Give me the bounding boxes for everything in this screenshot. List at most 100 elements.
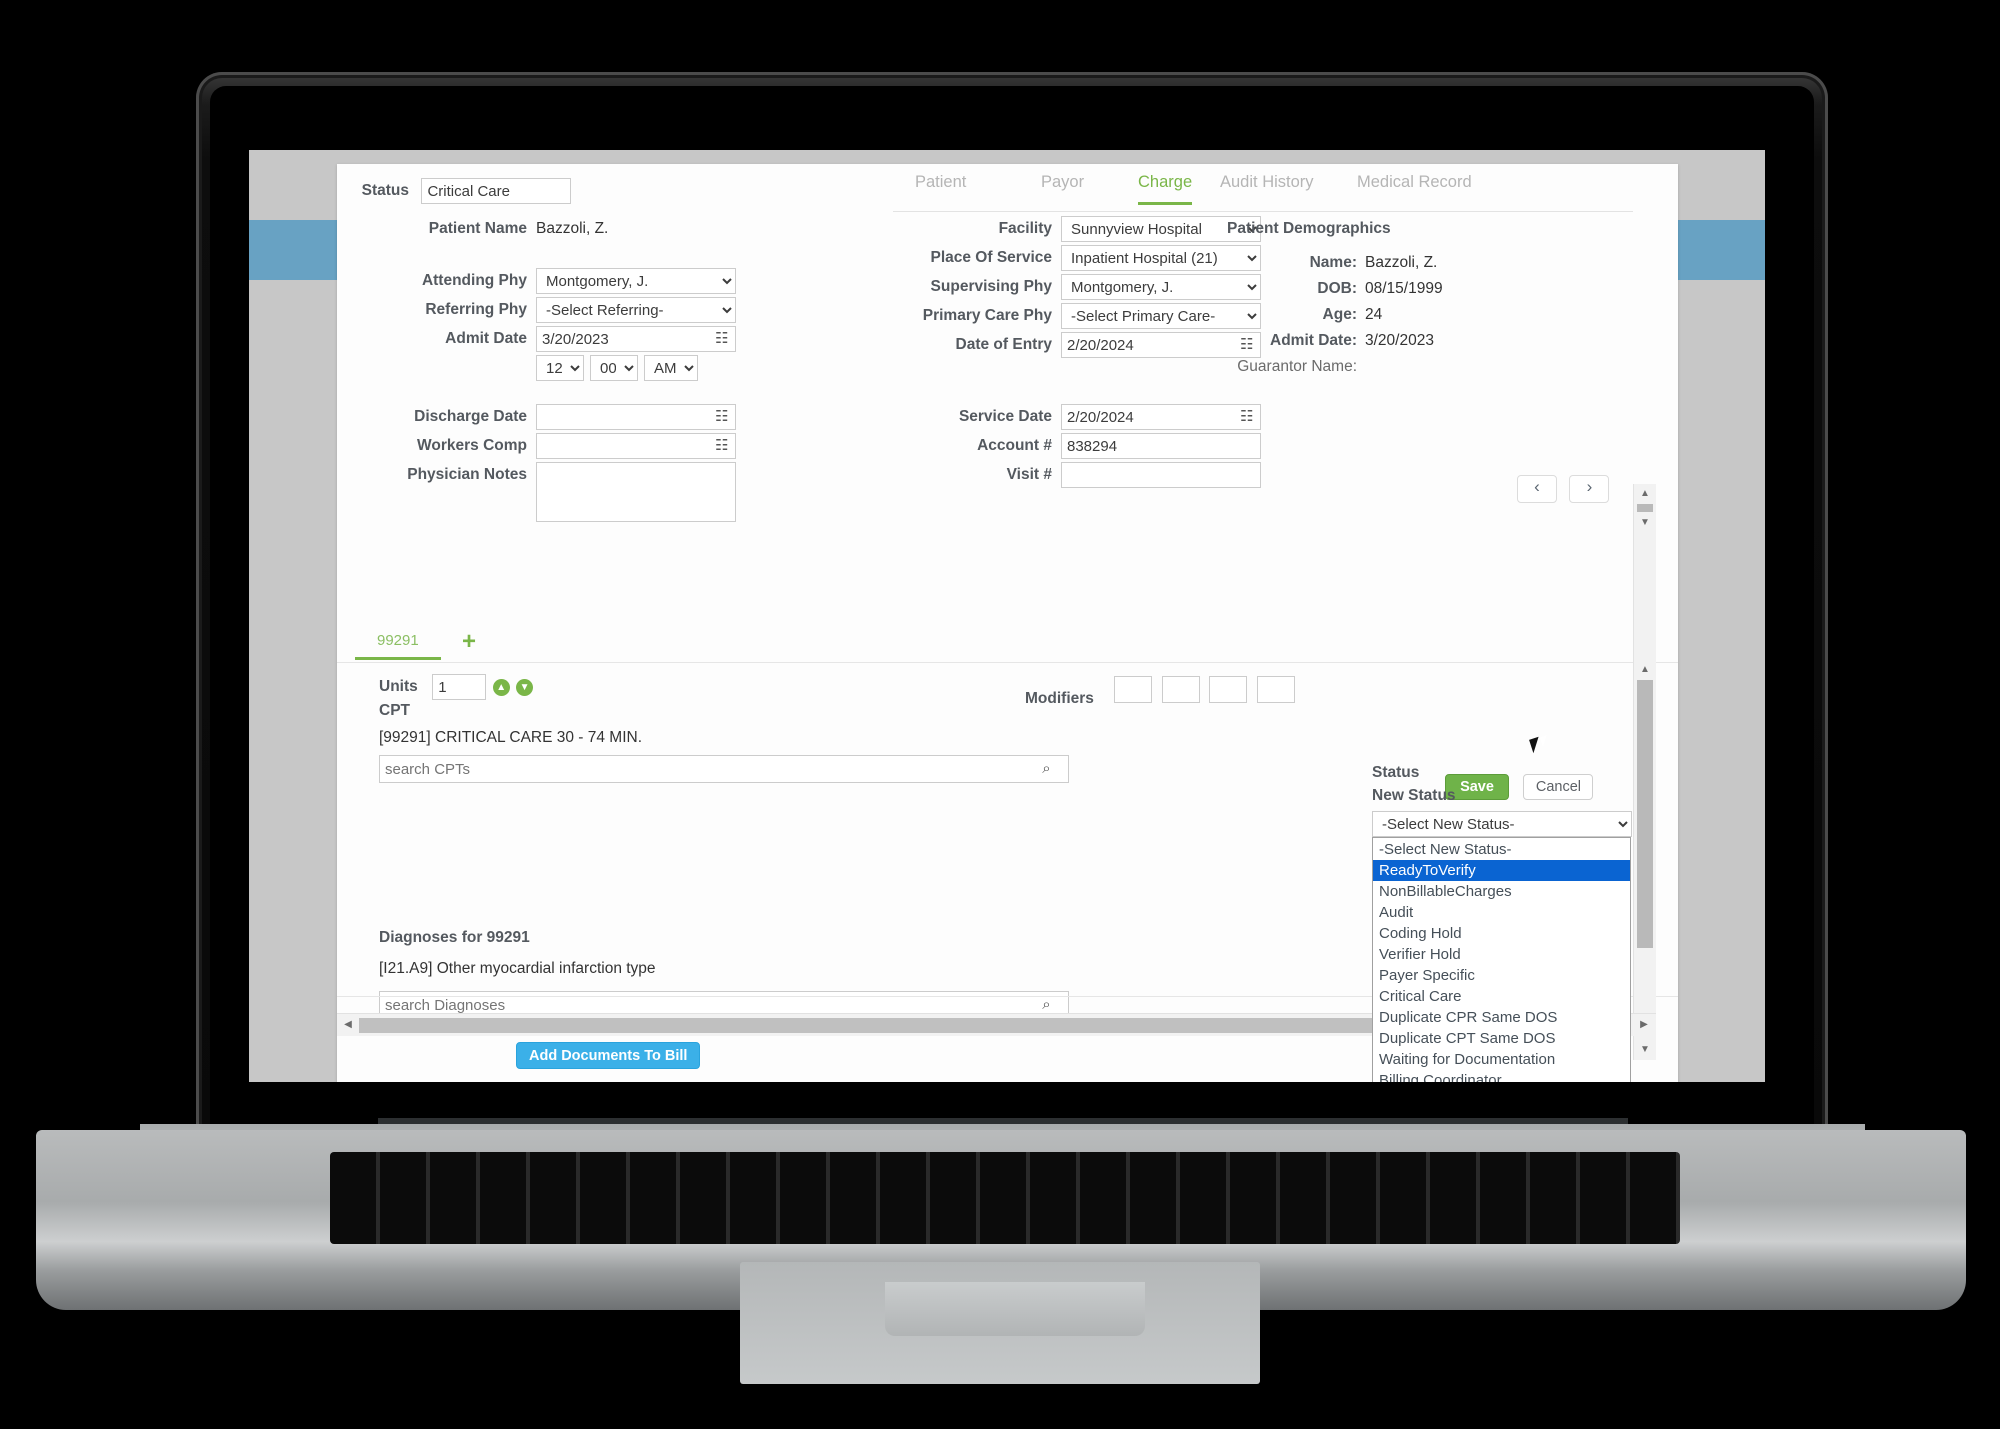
units-decrement-icon[interactable]: ▼ — [516, 678, 534, 696]
primary-care-phy-label: Primary Care Phy — [922, 307, 1052, 324]
screenshot-stage: Status Patient Payor Charge Audit Histor… — [0, 0, 2000, 1429]
dropdown-option[interactable]: Billing Coordinator — [1373, 1070, 1630, 1082]
units-input[interactable] — [432, 674, 487, 700]
units-increment-icon[interactable]: ▲ — [492, 678, 510, 696]
cpt-label: CPT — [379, 702, 410, 719]
content-vertical-scrollbar[interactable]: ▲ ▼ — [1633, 660, 1656, 1060]
calendar-icon[interactable]: ☷ — [715, 330, 732, 347]
dropdown-option-highlighted[interactable]: ReadyToVerify — [1373, 860, 1630, 881]
dropdown-option[interactable]: -Select New Status- — [1373, 839, 1630, 860]
workers-comp-label: Workers Comp — [417, 437, 527, 454]
scroll-right-icon[interactable]: ▶ — [1637, 1018, 1651, 1032]
demographics-value-dob: 08/15/1999 — [1365, 280, 1443, 297]
tab-patient[interactable]: Patient — [915, 173, 966, 202]
patient-demographics: Patient Demographics Name: Bazzoli, Z. DO… — [1227, 220, 1547, 380]
scroll-up-icon[interactable]: ▲ — [1638, 487, 1652, 501]
add-documents-to-bill-button[interactable]: Add Documents To Bill — [516, 1042, 701, 1069]
modifier-box-3[interactable] — [1209, 676, 1248, 703]
prev-record-button[interactable]: ‹ — [1517, 475, 1557, 503]
demographics-label-name: Name: — [1309, 254, 1357, 271]
modifier-box-1[interactable] — [1114, 676, 1153, 703]
visit-number-input[interactable] — [1061, 462, 1261, 488]
left-form-lower: Discharge Date ☷ Workers Comp ☷ Physicia… — [337, 404, 736, 522]
scroll-down-icon[interactable]: ▼ — [1638, 1043, 1652, 1057]
add-procedure-icon[interactable]: + — [462, 628, 476, 656]
visit-number-label: Visit # — [1006, 466, 1052, 483]
diagnoses-block: Diagnoses for 99291 [I21.A9] Other myoca… — [379, 929, 1069, 1019]
new-status-select[interactable]: -Select New Status- — [1372, 811, 1632, 837]
demographics-label-guarantor: Guarantor Name: — [1237, 358, 1357, 375]
workers-comp-input[interactable] — [536, 433, 736, 459]
dropdown-option[interactable]: Verifier Hold — [1373, 944, 1630, 965]
mid-form-column: Facility Sunnyview Hospital Place Of Ser… — [897, 216, 1261, 358]
status-row: Status — [355, 178, 572, 204]
referring-phy-select[interactable]: -Select Referring- — [536, 297, 736, 323]
dropdown-option[interactable]: Critical Care — [1373, 986, 1630, 1007]
units-label: Units — [379, 678, 418, 696]
dropdown-option[interactable]: Audit — [1373, 902, 1630, 923]
status-panel-label: Status — [1372, 764, 1420, 781]
scroll-down-icon[interactable]: ▼ — [1638, 516, 1652, 530]
form-actions: Save Cancel — [1445, 774, 1594, 800]
demographics-value-age: 24 — [1365, 306, 1383, 323]
admit-minute-select[interactable]: 00 — [590, 355, 638, 381]
procedure-tab-99291[interactable]: 99291 — [355, 632, 441, 660]
attending-phy-select[interactable]: Montgomery, J. — [536, 268, 736, 294]
status-input[interactable] — [421, 178, 572, 204]
admit-meridiem-select[interactable]: AM — [644, 355, 698, 381]
facility-label: Facility — [998, 220, 1052, 237]
diagnoses-heading: Diagnoses for 99291 — [379, 929, 530, 946]
calendar-icon[interactable]: ☷ — [715, 408, 732, 425]
procedure-tab-bar: 99291 + — [337, 628, 1678, 663]
calendar-icon[interactable]: ☷ — [715, 437, 732, 454]
demographics-title: Patient Demographics — [1227, 220, 1391, 237]
demographics-value-name: Bazzoli, Z. — [1365, 254, 1438, 271]
admit-date-label: Admit Date — [445, 330, 527, 347]
cancel-button[interactable]: Cancel — [1523, 774, 1594, 800]
admit-hour-select[interactable]: 12 — [536, 355, 584, 381]
left-form-column: Patient Name Bazzoli, Z. — [337, 216, 677, 242]
status-label: Status — [361, 182, 409, 200]
service-date-label: Service Date — [958, 408, 1052, 425]
laptop-keyboard — [330, 1152, 1680, 1244]
mini-scroll-thumb[interactable] — [1637, 504, 1653, 512]
account-number-input[interactable] — [1061, 433, 1261, 459]
dropdown-option[interactable]: Duplicate CPR Same DOS — [1373, 1007, 1630, 1028]
tab-payor[interactable]: Payor — [1041, 173, 1084, 202]
supervising-phy-label: Supervising Phy — [930, 278, 1052, 295]
scroll-left-icon[interactable]: ◀ — [341, 1018, 355, 1032]
discharge-date-input[interactable] — [536, 404, 736, 430]
cpt-search-input[interactable] — [379, 755, 1069, 783]
top-tab-bar: Patient Payor Charge Audit History Medic… — [893, 173, 1633, 212]
physician-notes-label: Physician Notes — [407, 466, 527, 483]
dropdown-option[interactable]: Duplicate CPT Same DOS — [1373, 1028, 1630, 1049]
tab-charge[interactable]: Charge — [1138, 173, 1193, 205]
modifier-box-4[interactable] — [1256, 676, 1295, 703]
mini-vertical-scrollbar[interactable]: ▲ ▼ — [1633, 484, 1656, 660]
new-status-dropdown-list[interactable]: -Select New Status- ReadyToVerify NonBil… — [1372, 837, 1631, 1082]
physician-notes-textarea[interactable] — [536, 462, 736, 522]
modifier-box-2[interactable] — [1161, 676, 1200, 703]
next-record-button[interactable]: › — [1569, 475, 1610, 503]
laptop-front-notch — [885, 1282, 1145, 1336]
demographics-label-admit-date: Admit Date: — [1270, 332, 1357, 349]
calendar-icon[interactable]: ☷ — [1240, 408, 1257, 425]
patient-name-label: Patient Name — [428, 220, 527, 237]
tab-audit-history[interactable]: Audit History — [1220, 173, 1314, 202]
dropdown-option[interactable]: Waiting for Documentation — [1373, 1049, 1630, 1070]
service-date-input[interactable] — [1061, 404, 1261, 430]
scroll-up-icon[interactable]: ▲ — [1638, 663, 1652, 677]
admit-date-input[interactable] — [536, 326, 736, 352]
cpt-value: [99291] CRITICAL CARE 30 - 74 MIN. — [379, 729, 643, 746]
attending-phy-label: Attending Phy — [421, 272, 527, 289]
mid-form-lower: Service Date ☷ Account # Visit # — [897, 404, 1261, 488]
left-form-selects: Attending Phy Montgomery, J. Referring P… — [337, 268, 736, 381]
search-icon[interactable]: ⌕ — [1025, 755, 1069, 783]
dropdown-option[interactable]: Payer Specific — [1373, 965, 1630, 986]
dropdown-option[interactable]: NonBillableCharges — [1373, 881, 1630, 902]
tab-medical-record[interactable]: Medical Record — [1357, 173, 1472, 202]
content-scroll-thumb[interactable] — [1637, 680, 1653, 948]
dropdown-option[interactable]: Coding Hold — [1373, 923, 1630, 944]
status-panel: Status New Status — [1372, 764, 1456, 805]
demographics-label-age: Age: — [1322, 306, 1357, 323]
